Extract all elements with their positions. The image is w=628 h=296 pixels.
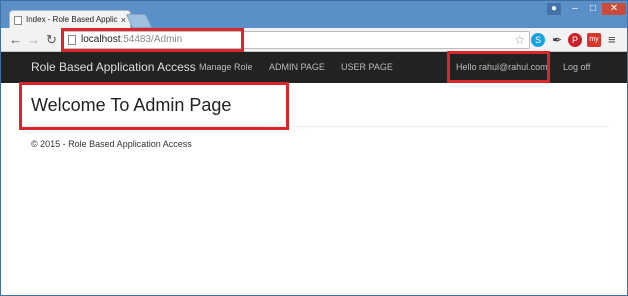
page-favicon-icon — [14, 16, 22, 25]
hello-highlight-box — [447, 51, 550, 83]
star-icon[interactable]: ☆ — [514, 32, 525, 48]
nav-admin-page[interactable]: ADMIN PAGE — [269, 62, 325, 72]
reload-icon[interactable]: ↻ — [46, 32, 57, 48]
nav-user-page[interactable]: USER PAGE — [341, 62, 393, 72]
forward-arrow-icon[interactable]: → — [27, 32, 40, 48]
eyedropper-extension-icon[interactable]: ✒ — [550, 33, 564, 47]
tab-title: Index - Role Based Applic — [26, 15, 118, 24]
url-highlight-box — [61, 28, 244, 52]
title-bar: Index - Role Based Applic × ● – □ ✕ — [1, 1, 627, 29]
maximize-icon[interactable]: □ — [585, 3, 601, 15]
minimize-icon[interactable]: – — [567, 3, 583, 15]
footer-text: © 2015 - Role Based Application Access — [31, 139, 192, 149]
title-highlight-box — [19, 82, 289, 130]
my-extension-icon[interactable]: my — [587, 33, 601, 47]
browser-tab[interactable]: Index - Role Based Applic × — [9, 10, 131, 29]
menu-icon[interactable]: ≡ — [608, 32, 616, 47]
skype-extension-icon[interactable]: S — [531, 33, 545, 47]
user-profile-icon[interactable]: ● — [547, 3, 561, 15]
browser-window: Index - Role Based Applic × ● – □ ✕ ← → … — [0, 0, 628, 296]
navbar-brand[interactable]: Role Based Application Access — [31, 60, 196, 74]
back-arrow-icon[interactable]: ← — [9, 32, 22, 48]
pinterest-extension-icon[interactable]: P — [568, 33, 582, 47]
nav-manage-role[interactable]: Manage Role — [199, 62, 253, 72]
nav-log-off[interactable]: Log off — [563, 62, 590, 72]
close-window-icon[interactable]: ✕ — [602, 3, 626, 15]
